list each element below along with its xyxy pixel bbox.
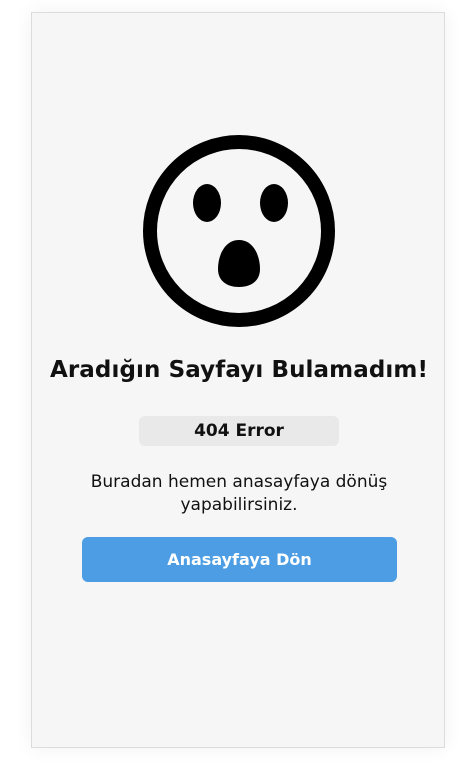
- error-description: Buradan hemen anasayfaya dönüş yapabilir…: [90, 472, 388, 515]
- error-card: Aradığın Sayfayı Bulamadım! 404 Error Bu…: [31, 12, 445, 748]
- surprised-face-icon: [143, 135, 335, 327]
- page-title: Aradığın Sayfayı Bulamadım!: [49, 357, 429, 383]
- error-code-badge: 404 Error: [139, 416, 339, 446]
- home-button[interactable]: Anasayfaya Dön: [82, 537, 397, 582]
